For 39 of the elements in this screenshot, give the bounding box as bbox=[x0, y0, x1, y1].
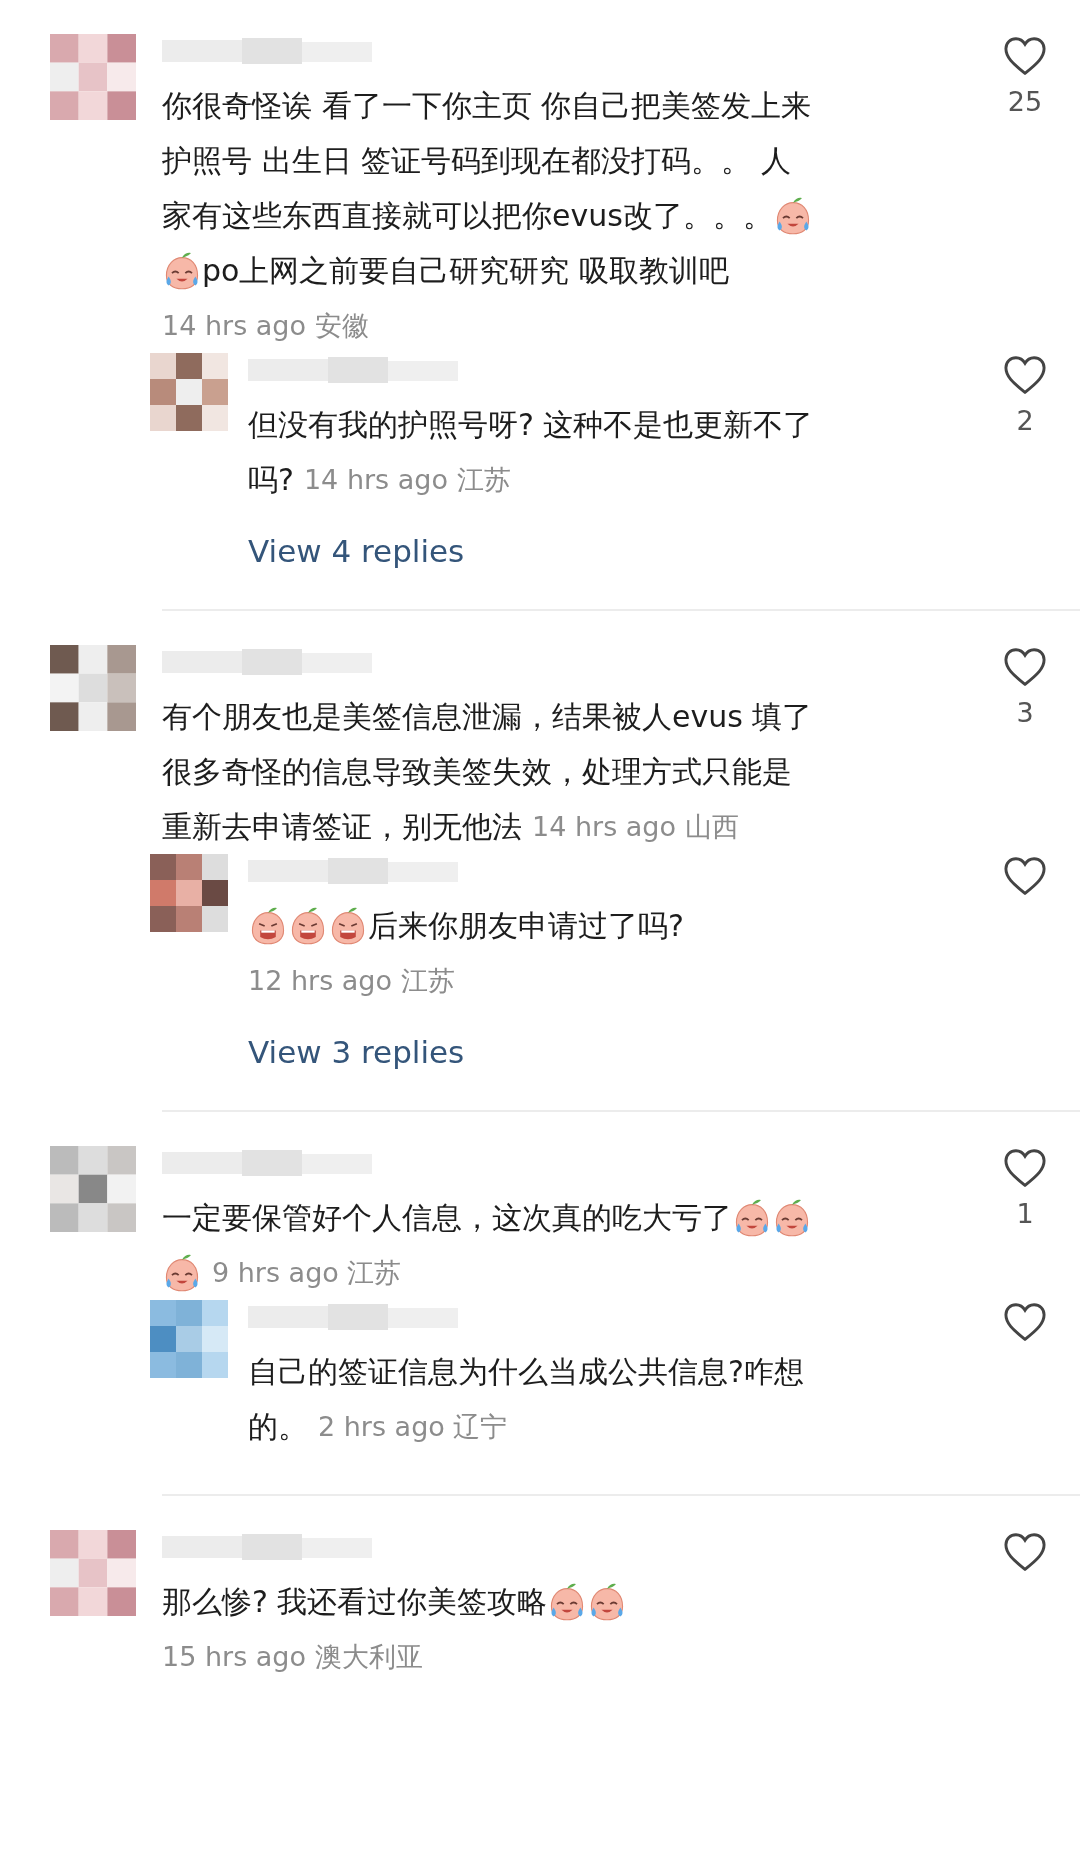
comment-text: 你很奇怪诶 看了一下你主页 你自己把美签发上来 bbox=[162, 87, 812, 125]
view-replies-link[interactable]: View 3 replies bbox=[248, 1034, 465, 1070]
comment-text: 护照号 出生日 签证号码到现在都没打码。。 人 bbox=[162, 142, 791, 180]
comment-text: 自己的签证信息为什么当成公共信息?咋想 bbox=[248, 1353, 804, 1391]
comment-text: 后来你朋友申请过了吗? bbox=[368, 907, 684, 945]
avatar[interactable] bbox=[150, 353, 228, 431]
comment-meta: 2 hrs ago 辽宁 bbox=[318, 1410, 508, 1444]
comment-text: 吗? bbox=[248, 461, 294, 499]
heart-icon[interactable] bbox=[1003, 36, 1047, 76]
comment-text: 重新去申请签证，别无他法 bbox=[162, 808, 522, 846]
comment-text: 但没有我的护照号呀? 这种不是也更新不了 bbox=[248, 406, 814, 444]
comment-meta: 9 hrs ago 江苏 bbox=[212, 1256, 402, 1290]
heart-icon[interactable] bbox=[1003, 355, 1047, 395]
comment-text: 很多奇怪的信息导致美签失效，处理方式只能是 bbox=[162, 753, 792, 791]
like-count: 25 bbox=[1007, 86, 1043, 117]
comment-meta: 14 hrs ago 江苏 bbox=[303, 463, 511, 497]
heart-icon[interactable] bbox=[1003, 856, 1047, 896]
like-count: 2 bbox=[1016, 405, 1034, 436]
avatar[interactable] bbox=[50, 1146, 136, 1232]
comment-meta: 15 hrs ago 澳大利亚 bbox=[162, 1640, 423, 1674]
heart-icon[interactable] bbox=[1003, 1532, 1047, 1572]
like-count: 1 bbox=[1016, 1198, 1034, 1229]
heart-icon[interactable] bbox=[1003, 1302, 1047, 1342]
heart-icon[interactable] bbox=[1003, 1148, 1047, 1188]
comment-text: 家有这些东西直接就可以把你evus改了。。。 bbox=[162, 197, 773, 235]
comment-meta: 14 hrs ago 安徽 bbox=[162, 309, 369, 343]
comment-meta: 12 hrs ago 江苏 bbox=[248, 964, 455, 998]
avatar[interactable] bbox=[150, 1300, 228, 1378]
heart-icon[interactable] bbox=[1003, 647, 1047, 687]
comment-text: 那么惨? 我还看过你美签攻略 bbox=[162, 1583, 548, 1621]
comment-text: po上网之前要自己研究研究 吸取教训吧 bbox=[202, 252, 729, 290]
comment-text: 的。 bbox=[248, 1408, 308, 1446]
like-count: 3 bbox=[1016, 697, 1034, 728]
comment-meta: 14 hrs ago 山西 bbox=[532, 810, 739, 844]
comment-text: 有个朋友也是美签信息泄漏，结果被人evus 填了 bbox=[162, 698, 813, 736]
comment-text: 一定要保管好个人信息，这次真的吃大亏了 bbox=[162, 1199, 732, 1237]
avatar[interactable] bbox=[50, 645, 136, 731]
avatar[interactable] bbox=[150, 854, 228, 932]
view-replies-link[interactable]: View 4 replies bbox=[248, 533, 465, 569]
